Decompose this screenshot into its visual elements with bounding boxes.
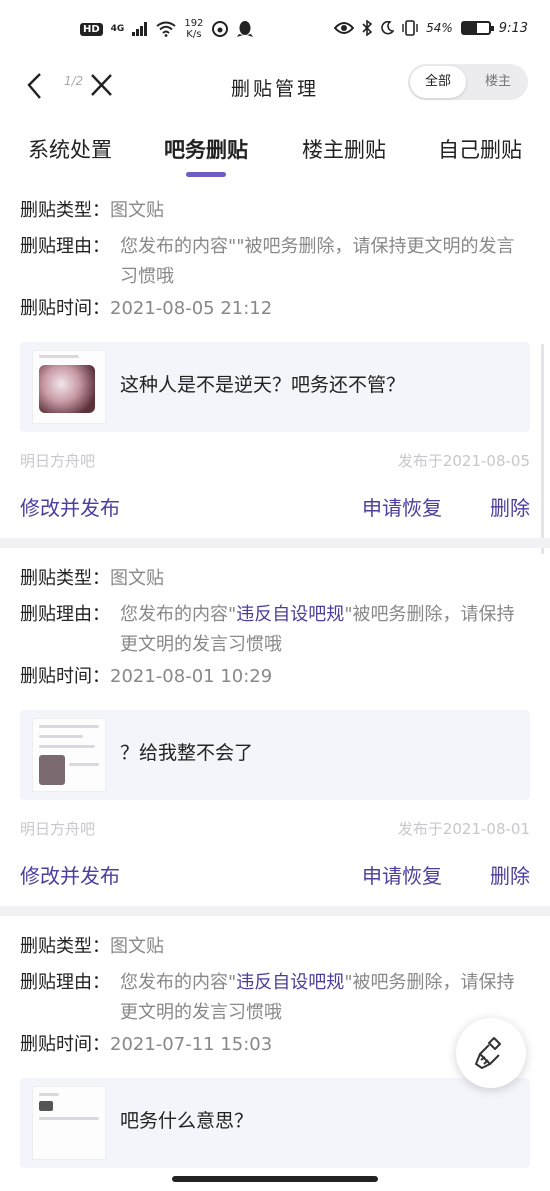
thumb-image: [39, 1101, 53, 1111]
broom-icon: [475, 1037, 501, 1069]
type-label: 删贴类型：: [20, 568, 110, 589]
type-value: 图文贴: [110, 200, 164, 221]
net-speed-value: 192: [184, 18, 204, 29]
thumb-image: [39, 755, 65, 785]
reason-label: 删贴理由：: [20, 236, 110, 257]
delete-button[interactable]: 删除: [490, 860, 530, 889]
forum-name[interactable]: 明日方舟吧: [20, 450, 95, 471]
reason-row: 删贴理由： 您发布的内容""被吧务删除，请保持更文明的发言习惯哦: [20, 232, 520, 292]
time-row: 删贴时间：2021-08-05 21:12: [20, 294, 272, 324]
tab-indicator: [186, 172, 226, 177]
status-right: 54% 9:13: [334, 20, 528, 36]
status-bar: HD 4G 192 K/s 54% 9:13: [0, 0, 550, 62]
post-title: 这种人是不是逆天？吧务还不管？: [120, 374, 406, 396]
hd-badge: HD: [80, 22, 103, 36]
thumb-line: [69, 763, 99, 766]
bluetooth-icon: [362, 20, 373, 36]
tab-bar: 系统处置 吧务删贴 楼主删贴 自己删贴: [0, 126, 550, 182]
battery-fill: [462, 23, 477, 33]
time-row: 删贴时间：2021-08-01 10:29: [20, 662, 272, 692]
net-speed-unit: K/s: [186, 29, 202, 40]
reason-value: 您发布的内容"违反自设吧规"被吧务删除，请保持更文明的发言习惯哦: [120, 600, 520, 660]
thumb-line: [39, 1117, 99, 1120]
tab-owner-delete[interactable]: 楼主删贴: [302, 134, 386, 164]
time-row: 删贴时间：2021-07-11 15:03: [20, 1030, 272, 1060]
forum-name[interactable]: 明日方舟吧: [20, 818, 95, 839]
request-restore-button[interactable]: 申请恢复: [362, 860, 442, 889]
moon-icon: [381, 21, 395, 35]
reason-row: 删贴理由： 您发布的内容"违反自设吧规"被吧务删除，请保持更文明的发言习惯哦: [20, 968, 520, 1028]
post-title: 吧务什么意思？: [120, 1110, 254, 1132]
filter-toggle[interactable]: 全部 楼主: [408, 64, 528, 100]
weibo-icon: [212, 21, 229, 37]
home-indicator[interactable]: [172, 1176, 378, 1182]
tab-admin-delete[interactable]: 吧务删贴: [164, 134, 248, 164]
time-label: 删贴时间：: [20, 298, 110, 319]
posted-date: 发布于2021-08-05: [397, 452, 530, 470]
time-label: 删贴时间：: [20, 1034, 110, 1055]
eye-icon: [334, 22, 355, 34]
post-preview[interactable]: 这种人是不是逆天？吧务还不管？: [20, 342, 530, 432]
post-preview[interactable]: ？给我整不会了: [20, 710, 530, 800]
type-label: 删贴类型：: [20, 936, 110, 957]
toggle-owner[interactable]: 楼主: [470, 66, 526, 98]
thumb-line: [39, 1093, 59, 1096]
vibrate-icon: [402, 20, 418, 36]
action-bar: 修改并发布 申请恢复 删除: [20, 860, 530, 890]
edit-republish-button[interactable]: 修改并发布: [20, 860, 120, 889]
thumb-line: [39, 745, 95, 748]
post-thumbnail: [32, 350, 106, 424]
type-value: 图文贴: [110, 936, 164, 957]
posted-date: 发布于2021-08-01: [397, 820, 530, 838]
edit-republish-button[interactable]: 修改并发布: [20, 492, 120, 521]
wifi-icon: [156, 21, 176, 37]
type-label: 删贴类型：: [20, 200, 110, 221]
network-type: 4G: [110, 24, 125, 34]
reason-label: 删贴理由：: [20, 604, 110, 625]
battery-icon: [460, 21, 494, 35]
post-thumbnail: [32, 718, 106, 792]
reason-prefix: 您发布的内容": [120, 236, 237, 257]
type-value: 图文贴: [110, 568, 164, 589]
divider: [0, 906, 550, 916]
time-value: 2021-07-11 15:03: [110, 1034, 273, 1055]
reason-prefix: 您发布的内容": [120, 604, 237, 625]
type-row: 删贴类型：图文贴: [20, 564, 164, 594]
reason-prefix: 您发布的内容": [120, 972, 237, 993]
tab-self-delete[interactable]: 自己删贴: [438, 134, 522, 164]
action-bar: 修改并发布 申请恢复 删除: [20, 492, 530, 522]
reason-row: 删贴理由： 您发布的内容"违反自设吧规"被吧务删除，请保持更文明的发言习惯哦: [20, 600, 520, 660]
time-label: 删贴时间：: [20, 666, 110, 687]
delete-button[interactable]: 删除: [490, 492, 530, 521]
nav-bar: 1/2 删贴管理 全部 楼主: [0, 62, 550, 112]
signal-icon: [132, 22, 148, 36]
toggle-all[interactable]: 全部: [410, 66, 466, 98]
clock: 9:13: [498, 20, 528, 36]
post-title: ？给我整不会了: [120, 742, 254, 764]
request-restore-button[interactable]: 申请恢复: [362, 492, 442, 521]
clean-button[interactable]: [456, 1018, 526, 1088]
type-row: 删贴类型：图文贴: [20, 932, 164, 962]
reason-value: 您发布的内容"违反自设吧规"被吧务删除，请保持更文明的发言习惯哦: [120, 968, 520, 1028]
thumb-line: [39, 355, 79, 358]
post-preview[interactable]: 吧务什么意思？: [20, 1078, 530, 1168]
thumb-line: [39, 725, 99, 728]
net-speed: 192 K/s: [184, 18, 203, 40]
type-row: 删贴类型：图文贴: [20, 196, 164, 226]
tab-system[interactable]: 系统处置: [28, 134, 112, 164]
qq-icon: [237, 21, 254, 37]
status-left: HD 4G 192 K/s: [80, 18, 254, 40]
reason-value: 您发布的内容""被吧务删除，请保持更文明的发言习惯哦: [120, 232, 520, 292]
reason-label: 删贴理由：: [20, 972, 110, 993]
reason-rule[interactable]: 违反自设吧规: [236, 604, 344, 625]
time-value: 2021-08-01 10:29: [110, 666, 273, 687]
thumb-line: [39, 735, 83, 738]
battery-percent: 54%: [426, 21, 453, 35]
thumb-image: [39, 365, 95, 413]
divider: [0, 538, 550, 548]
scrollbar[interactable]: [541, 344, 544, 554]
time-value: 2021-08-05 21:12: [110, 298, 273, 319]
post-thumbnail: [32, 1086, 106, 1160]
reason-rule[interactable]: 违反自设吧规: [236, 972, 344, 993]
